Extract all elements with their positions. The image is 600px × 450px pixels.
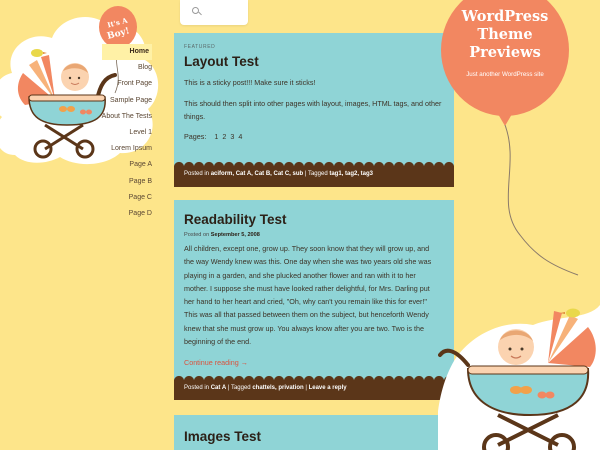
nav-item-page-b[interactable]: Page B [102, 174, 152, 190]
nav-item-lorem-ipsum[interactable]: Lorem Ipsum [102, 141, 152, 157]
page-link-4[interactable]: 4 [238, 132, 242, 141]
nav-item-blog[interactable]: Blog [102, 60, 152, 76]
nav-item-level-1[interactable]: Level 1 [102, 125, 152, 141]
post-title-readability-test[interactable]: Readability Test [184, 200, 444, 227]
category-links[interactable]: aciform, Cat A, Cat B, Cat C, sub [211, 171, 303, 177]
post-footer-bar: Posted in aciform, Cat A, Cat B, Cat C, … [174, 161, 454, 187]
post-byline: Posted on September 5, 2008 [184, 232, 444, 238]
posted-in-label: Posted in [184, 171, 210, 177]
nav-item-page-a[interactable]: Page A [102, 157, 152, 173]
text-line: mother. I suppose she must have looked r… [184, 283, 430, 293]
post-readability-test: Readability Test Posted on September 5, … [174, 200, 454, 400]
post-images-test: Images Test [174, 415, 454, 450]
nav-item-about-the-tests[interactable]: About The Tests [102, 109, 152, 125]
site-title[interactable]: WordPress Theme Previews [444, 8, 566, 61]
site-tagline: Just another WordPress site [466, 71, 544, 78]
site-title-line: WordPress [461, 8, 549, 25]
page-link-2[interactable]: 2 [222, 132, 226, 141]
text-line: the way Wendy knew was this. One day whe… [184, 257, 432, 267]
nav-item-sample-page[interactable]: Sample Page [102, 93, 152, 109]
post-title-images-test[interactable]: Images Test [184, 415, 444, 444]
text-line: All children, except one, grow up. They … [184, 244, 430, 253]
post-footer-bar: Posted in Cat A | Tagged chattels, priva… [174, 375, 454, 400]
pages-label: Pages: [184, 131, 207, 141]
page-link-3[interactable]: 3 [230, 132, 234, 141]
nav-item-front-page[interactable]: Front Page [102, 76, 152, 92]
continue-reading-link[interactable]: Continue reading → [184, 358, 444, 367]
post-layout-test: FEATURED Layout Test This is a sticky po… [174, 33, 454, 187]
posted-in-label: Posted in [184, 385, 210, 391]
tag-links[interactable]: tag1, tag2, tag3 [329, 171, 373, 177]
text-line: This was all that passed between them on… [184, 310, 429, 320]
post-paragraph: This should then split into other pages … [184, 98, 442, 122]
post-meta: Posted in aciform, Cat A, Cat B, Cat C, … [184, 171, 374, 177]
post-paragraph: This is a sticky post!!! Make sure it st… [184, 78, 316, 87]
page-link-1[interactable]: 1 [214, 132, 218, 141]
site-title-line: Previews [469, 43, 541, 61]
main-navigation: Home Blog Front Page Sample Page About T… [101, 44, 152, 222]
search-box[interactable] [180, 0, 248, 25]
site-title-line: Theme [477, 25, 533, 43]
baby-stroller-right-icon [438, 305, 600, 450]
post-title-layout-test[interactable]: Layout Test [184, 54, 444, 69]
tagged-label: Tagged [230, 385, 251, 391]
post-pagination: Pages: 1 2 3 4 [184, 132, 444, 141]
tag-links[interactable]: chattels, privation [252, 385, 303, 391]
balloon-string [504, 125, 579, 276]
nav-item-page-d[interactable]: Page D [102, 206, 152, 222]
search-icon[interactable] [192, 7, 199, 14]
tagged-label: Tagged [307, 171, 328, 177]
posted-on-label: Posted on [184, 232, 210, 238]
post-meta: Posted in Cat A | Tagged chattels, priva… [184, 385, 347, 391]
text-line: playing in a garden, and she plucked ano… [184, 270, 416, 280]
featured-label: FEATURED [184, 44, 216, 50]
post-date[interactable]: September 5, 2008 [211, 232, 260, 238]
category-links[interactable]: Cat A [211, 385, 226, 391]
nav-item-page-c[interactable]: Page C [102, 190, 152, 206]
text-line: her hand to her heart and cried, "Oh, wh… [184, 297, 427, 307]
nav-item-home[interactable]: Home [101, 44, 152, 61]
text-line: knew that she must grow up. You always k… [184, 323, 424, 333]
text-line: beginning of the end. [184, 337, 252, 347]
leave-reply-link[interactable]: Leave a reply [309, 385, 347, 391]
post-body: All children, except one, grow up. They … [184, 242, 444, 348]
